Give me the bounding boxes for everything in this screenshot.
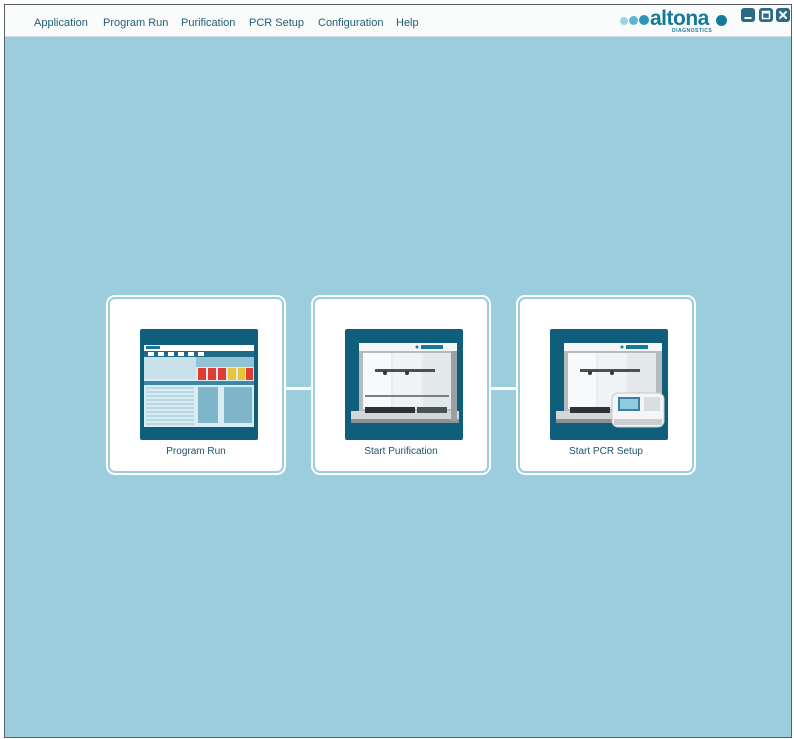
purification-instrument-image: [351, 343, 459, 423]
pcr-setup-instrument-thumbnail: [550, 329, 668, 440]
maximize-button[interactable]: [759, 8, 773, 22]
tile-label: Program Run: [166, 446, 226, 457]
logo-dot-end-icon: [716, 15, 727, 26]
menu-pcr-setup[interactable]: PCR Setup: [249, 17, 304, 29]
menu-bar: Application Program Run Purification PCR…: [5, 5, 791, 37]
menu-help[interactable]: Help: [396, 17, 419, 29]
purification-instrument-thumbnail: [345, 329, 463, 440]
logo-tagline: DIAGNOSTICS: [672, 28, 713, 34]
logo-dot-mid-icon: [629, 16, 638, 25]
menu-purification[interactable]: Purification: [181, 17, 235, 29]
pcr-setup-instrument-image: [556, 343, 665, 428]
menu-configuration[interactable]: Configuration: [318, 17, 383, 29]
tile-label: Start PCR Setup: [569, 446, 643, 457]
workflow-connector: [487, 387, 519, 390]
logo-dot-light-icon: [620, 17, 628, 25]
program-run-screen-thumbnail: [140, 329, 258, 440]
altona-logo: altona DIAGNOSTICS: [620, 7, 732, 35]
tile-start-pcr-setup[interactable]: Start PCR Setup: [520, 299, 692, 471]
logo-dot-dark-icon: [639, 15, 649, 25]
workflow-connector: [282, 387, 314, 390]
tile-program-run[interactable]: Program Run: [110, 299, 282, 471]
menu-application[interactable]: Application: [34, 17, 88, 29]
tile-label: Start Purification: [364, 446, 438, 457]
program-run-screen-image: [144, 345, 254, 427]
maximize-icon: [761, 10, 771, 20]
close-icon: [779, 11, 787, 19]
minimize-icon: [744, 17, 752, 19]
application-window: Application Program Run Purification PCR…: [4, 4, 792, 738]
tile-start-purification[interactable]: Start Purification: [315, 299, 487, 471]
menu-program-run[interactable]: Program Run: [103, 17, 168, 29]
minimize-button[interactable]: [741, 8, 755, 22]
close-button[interactable]: [776, 8, 790, 22]
